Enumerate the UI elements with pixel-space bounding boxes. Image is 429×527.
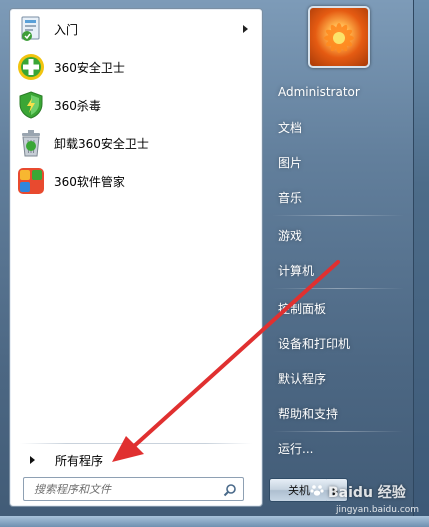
programs-pane: 入门 360安全卫士 360杀毒 卸载360安全卫士 360软件管家 所有程序	[9, 8, 263, 507]
right-separator	[272, 215, 404, 216]
search-input[interactable]	[32, 481, 226, 497]
uninstall-360-icon	[17, 129, 45, 157]
user-avatar[interactable]	[308, 6, 370, 68]
right-item-label: 音乐	[278, 190, 303, 205]
right-item-label: 文档	[278, 120, 303, 135]
right-item-devices-printers[interactable]: 设备和打印机	[270, 327, 406, 359]
right-item-label: 运行...	[278, 441, 314, 456]
submenu-arrow-icon	[243, 25, 248, 33]
search-box	[23, 477, 244, 501]
program-item-label: 360软件管家	[54, 174, 125, 189]
right-item-run[interactable]: 运行...	[270, 432, 406, 464]
watermark-brand: Baidu 经验	[328, 485, 406, 501]
program-item-getting-started[interactable]: 入门	[14, 12, 258, 46]
programs-separator	[20, 443, 252, 444]
getting-started-icon	[17, 15, 45, 43]
watermark-url: jingyan.baidu.com	[336, 505, 420, 515]
360-software-manager-icon	[17, 167, 45, 195]
taskbar	[0, 516, 429, 527]
program-item-label: 360杀毒	[54, 98, 101, 113]
program-item-360-antivirus[interactable]: 360杀毒	[14, 88, 258, 122]
program-item-label: 入门	[54, 22, 79, 37]
program-item-360-safeguard[interactable]: 360安全卫士	[14, 50, 258, 84]
right-item-default-programs[interactable]: 默认程序	[270, 362, 406, 394]
right-item-pictures[interactable]: 图片	[270, 146, 406, 178]
program-item-360-software-manager[interactable]: 360软件管家	[14, 164, 258, 198]
right-item-label: 计算机	[278, 263, 315, 278]
expand-arrow-icon	[30, 456, 35, 464]
right-item-help-support[interactable]: 帮助和支持	[270, 397, 406, 429]
all-programs-button[interactable]: 所有程序	[24, 450, 254, 470]
start-menu: 入门 360安全卫士 360杀毒 卸载360安全卫士 360软件管家 所有程序 …	[0, 0, 419, 527]
right-item-user[interactable]: Administrator	[270, 76, 406, 108]
right-item-label: 图片	[278, 155, 303, 170]
flower-icon	[324, 23, 354, 53]
right-item-computer[interactable]: 计算机	[270, 254, 406, 286]
search-icon[interactable]	[223, 482, 237, 501]
right-item-control-panel[interactable]: 控制面板	[270, 292, 406, 324]
right-item-games[interactable]: 游戏	[270, 219, 406, 251]
360-safeguard-icon	[17, 53, 45, 81]
program-item-label: 360安全卫士	[54, 60, 125, 75]
right-item-music[interactable]: 音乐	[270, 181, 406, 213]
program-item-label: 卸载360安全卫士	[54, 136, 149, 151]
program-item-uninstall-360[interactable]: 卸载360安全卫士	[14, 126, 258, 160]
all-programs-label: 所有程序	[55, 453, 104, 468]
right-item-label: 控制面板	[278, 301, 327, 316]
right-item-label: 默认程序	[278, 371, 327, 386]
right-item-label: 帮助和支持	[278, 406, 339, 421]
baidu-watermark: Baidu 经验	[310, 482, 406, 502]
right-separator	[272, 288, 404, 289]
right-item-documents[interactable]: 文档	[270, 111, 406, 143]
right-item-label: 设备和打印机	[278, 336, 351, 351]
baidu-paw-icon	[310, 483, 324, 501]
right-item-label: 游戏	[278, 228, 303, 243]
shutdown-label: 关机	[288, 484, 310, 497]
360-antivirus-icon	[17, 91, 45, 119]
user-name-label: Administrator	[278, 85, 360, 99]
